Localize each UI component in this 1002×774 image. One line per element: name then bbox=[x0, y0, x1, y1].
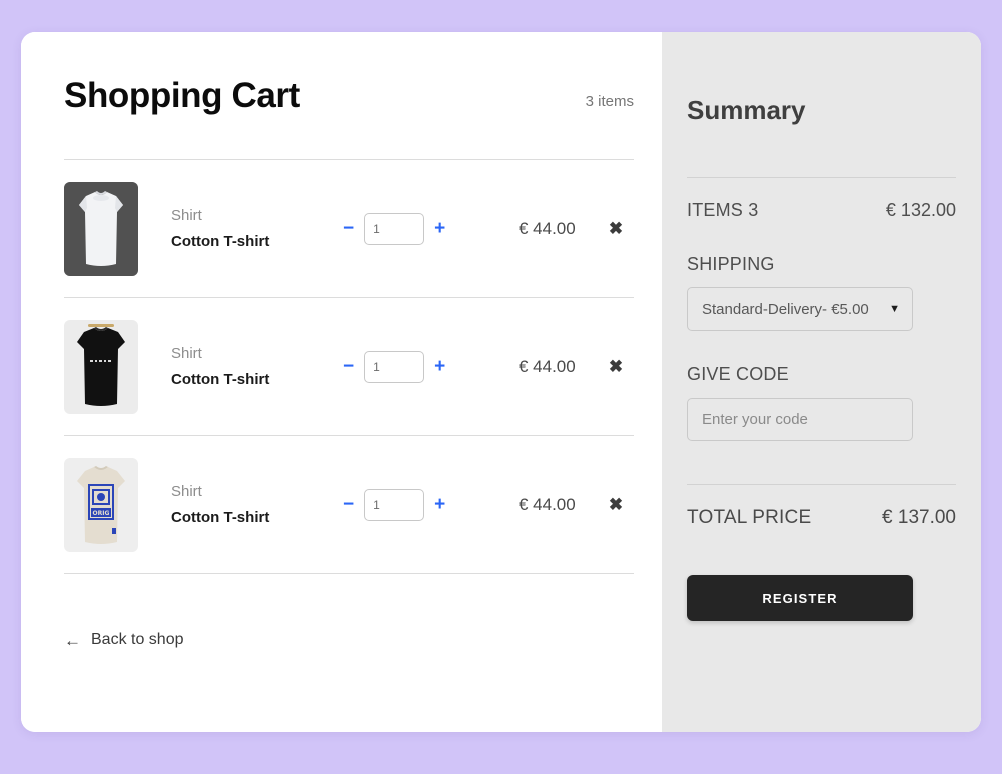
quantity-stepper: − + bbox=[341, 489, 459, 521]
product-brand: Shirt bbox=[171, 482, 341, 502]
shipping-selected-option: Standard-Delivery- €5.00 bbox=[702, 301, 889, 318]
cart-card: Shopping Cart 3 items bbox=[21, 32, 981, 732]
product-brand: Shirt bbox=[171, 344, 341, 364]
shipping-select[interactable]: Standard-Delivery- €5.00 ▼ bbox=[687, 287, 913, 331]
product-price: € 44.00 bbox=[459, 495, 598, 515]
svg-text:ORIG: ORIG bbox=[93, 510, 110, 517]
quantity-input[interactable] bbox=[364, 489, 424, 521]
items-value: € 132.00 bbox=[886, 200, 956, 221]
quantity-input[interactable] bbox=[364, 213, 424, 245]
remove-item-button[interactable]: ✖ bbox=[598, 219, 634, 238]
table-row: Shirt Cotton T-shirt − + € 44.00 ✖ bbox=[64, 298, 634, 436]
cart-item-list: Shirt Cotton T-shirt − + € 44.00 ✖ bbox=[21, 160, 662, 574]
back-to-shop-label: Back to shop bbox=[91, 631, 184, 649]
summary-title: Summary bbox=[687, 94, 956, 126]
item-count-label: 3 items bbox=[586, 93, 634, 116]
product-thumbnail-black-tshirt bbox=[64, 320, 138, 414]
total-price-label: TOTAL PRICE bbox=[687, 507, 811, 529]
product-thumbnail-white-tshirt bbox=[64, 182, 138, 276]
back-to-shop-link[interactable]: ← Back to shop bbox=[64, 631, 184, 649]
table-row: ORIG Shirt Cotton T-shirt − + € 44.00 bbox=[64, 436, 634, 574]
register-button[interactable]: REGISTER bbox=[687, 575, 913, 621]
decrement-quantity-button[interactable]: − bbox=[341, 219, 356, 238]
items-label: ITEMS 3 bbox=[687, 200, 758, 221]
quantity-stepper: − + bbox=[341, 213, 459, 245]
product-description: Shirt Cotton T-shirt bbox=[171, 482, 341, 528]
product-description: Shirt Cotton T-shirt bbox=[171, 344, 341, 390]
product-thumbnail-original-print-tshirt: ORIG bbox=[64, 458, 138, 552]
quantity-input[interactable] bbox=[364, 351, 424, 383]
decrement-quantity-button[interactable]: − bbox=[341, 495, 356, 514]
decrement-quantity-button[interactable]: − bbox=[341, 357, 356, 376]
increment-quantity-button[interactable]: + bbox=[432, 357, 447, 376]
chevron-down-icon: ▼ bbox=[889, 303, 900, 315]
give-code-label: GIVE CODE bbox=[687, 364, 956, 385]
shipping-select-wrapper: Standard-Delivery- €5.00 ▼ bbox=[687, 287, 956, 331]
remove-item-button[interactable]: ✖ bbox=[598, 495, 634, 514]
summary-divider-top bbox=[687, 177, 956, 178]
product-name: Cotton T-shirt bbox=[171, 370, 341, 390]
product-name: Cotton T-shirt bbox=[171, 232, 341, 252]
summary-divider-bottom bbox=[687, 484, 956, 485]
promo-code-input[interactable] bbox=[687, 398, 913, 441]
summary-column: Summary ITEMS 3 € 132.00 SHIPPING Standa… bbox=[662, 32, 981, 732]
table-row: Shirt Cotton T-shirt − + € 44.00 ✖ bbox=[64, 160, 634, 298]
remove-item-button[interactable]: ✖ bbox=[598, 357, 634, 376]
shipping-label: SHIPPING bbox=[687, 254, 956, 275]
total-price-value: € 137.00 bbox=[882, 507, 956, 529]
increment-quantity-button[interactable]: + bbox=[432, 495, 447, 514]
items-summary-row: ITEMS 3 € 132.00 bbox=[687, 200, 956, 221]
product-name: Cotton T-shirt bbox=[171, 508, 341, 528]
increment-quantity-button[interactable]: + bbox=[432, 219, 447, 238]
page-root: Shopping Cart 3 items bbox=[0, 0, 1002, 774]
total-price-row: TOTAL PRICE € 137.00 bbox=[687, 507, 956, 529]
product-price: € 44.00 bbox=[459, 357, 598, 377]
quantity-stepper: − + bbox=[341, 351, 459, 383]
cart-column: Shopping Cart 3 items bbox=[21, 32, 662, 732]
page-title: Shopping Cart bbox=[64, 76, 300, 116]
product-price: € 44.00 bbox=[459, 219, 598, 239]
product-brand: Shirt bbox=[171, 206, 341, 226]
arrow-left-icon: ← bbox=[64, 632, 81, 649]
product-description: Shirt Cotton T-shirt bbox=[171, 206, 341, 252]
cart-header: Shopping Cart 3 items bbox=[21, 32, 662, 116]
